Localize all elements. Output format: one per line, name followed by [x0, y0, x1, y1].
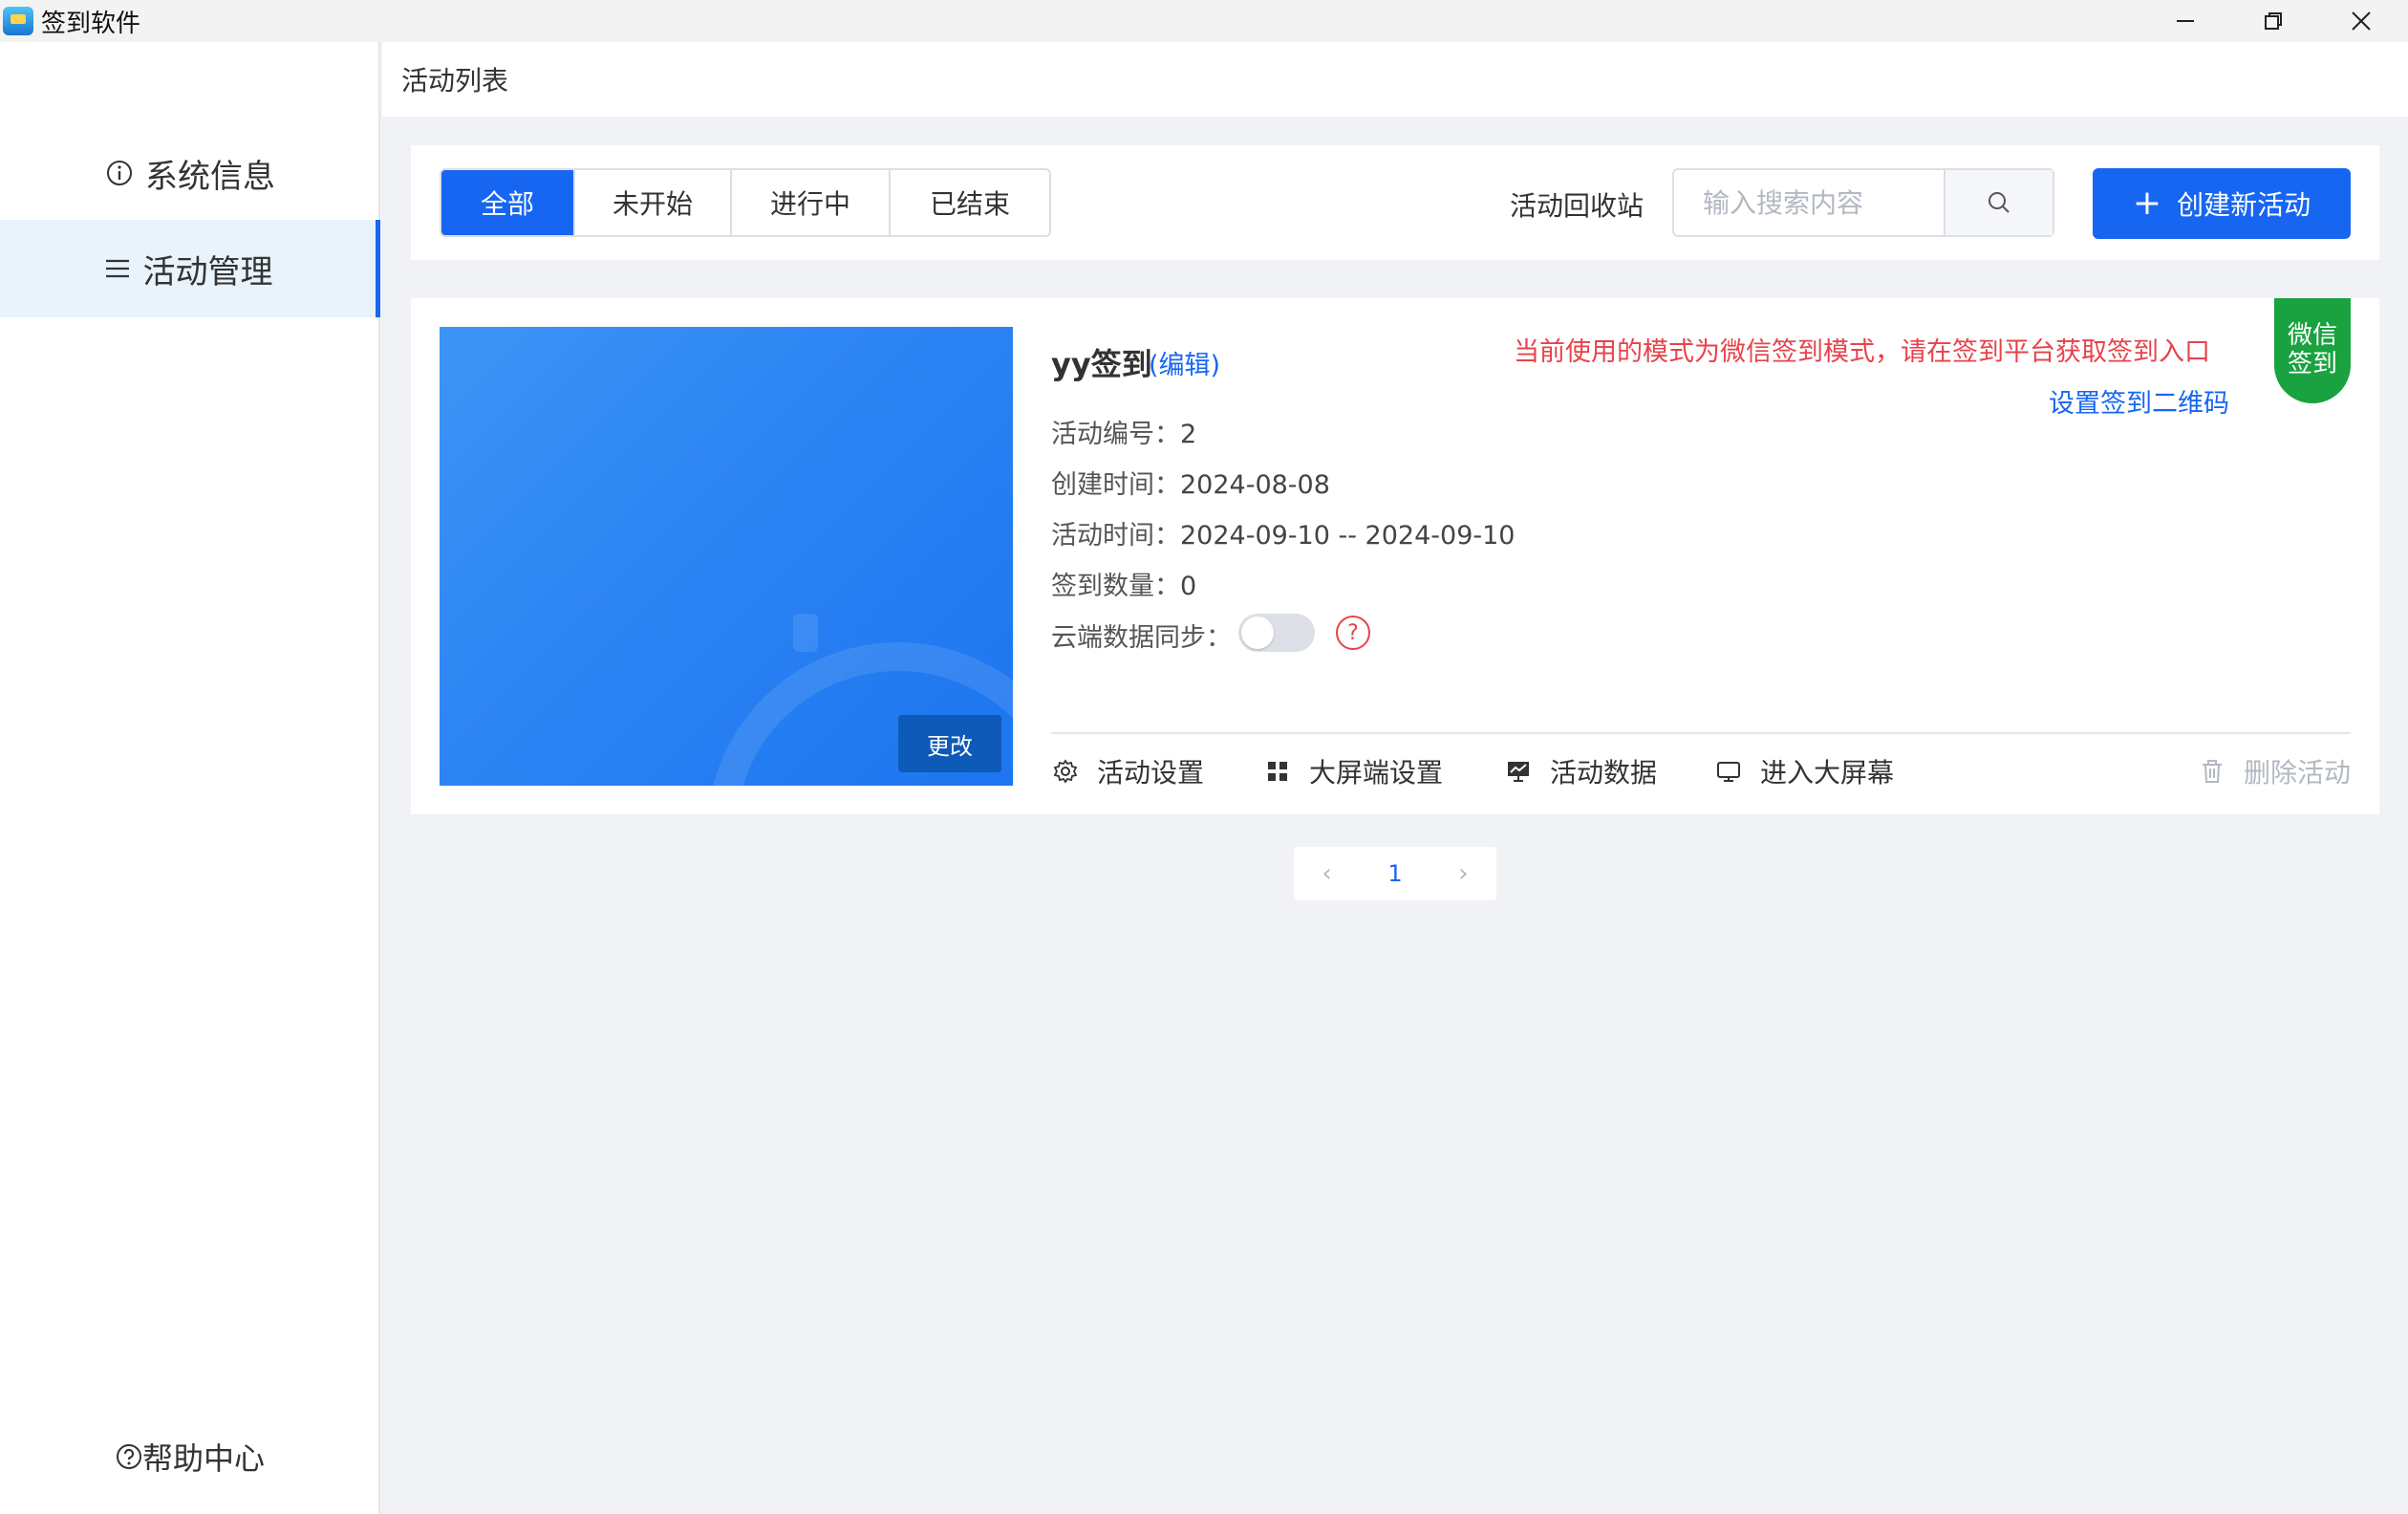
cover-decoration: [793, 614, 818, 652]
sidebar: 系统信息 活动管理 帮助中心: [0, 42, 380, 1514]
window-title: 签到软件: [41, 9, 141, 38]
edit-activity-link[interactable]: (编辑): [1149, 344, 1220, 381]
enter-big-screen-button[interactable]: 进入大屏幕: [1714, 747, 1894, 795]
search-input[interactable]: [1674, 170, 1944, 235]
checkin-count-label: 签到数量：: [1051, 572, 1180, 601]
tab-ended[interactable]: 已结束: [891, 170, 1049, 235]
created-time-row: 创建时间：2024-08-08: [1051, 464, 1330, 501]
search-box: [1672, 168, 2054, 237]
wechat-checkin-badge: 微信 签到: [2274, 298, 2351, 403]
search-button[interactable]: [1944, 170, 2053, 235]
activity-cover-image: 更改: [440, 327, 1013, 786]
activity-period-row: 活动时间：2024-09-10 -- 2024-09-10: [1051, 514, 1515, 552]
info-icon: [105, 159, 134, 187]
minimize-button[interactable]: [2141, 0, 2229, 42]
badge-line2: 签到: [2287, 350, 2337, 378]
delete-activity-button[interactable]: 删除活动: [2198, 747, 2351, 795]
recycle-bin-link[interactable]: 活动回收站: [1510, 185, 1644, 224]
card-divider: [1051, 732, 2351, 734]
create-activity-button[interactable]: + 创建新活动: [2093, 168, 2351, 239]
created-time-value: 2024-08-08: [1180, 470, 1330, 500]
activity-id-label: 活动编号：: [1051, 420, 1180, 449]
wechat-mode-notice: 当前使用的模式为微信签到模式，请在签到平台获取签到入口: [1514, 337, 2210, 367]
activity-period-label: 活动时间：: [1051, 521, 1180, 551]
cloud-sync-toggle[interactable]: [1238, 614, 1315, 652]
sidebar-item-label: 系统信息: [145, 157, 275, 196]
activity-data-label: 活动数据: [1550, 757, 1658, 789]
sidebar-item-label: 活动管理: [142, 252, 273, 292]
badge-line1: 微信: [2287, 321, 2337, 351]
activity-title: yy签到: [1051, 346, 1152, 382]
monitor-icon: [1714, 757, 1743, 786]
menu-icon: [103, 254, 132, 283]
title-bar: 签到软件: [0, 0, 2408, 42]
question-icon: [116, 1443, 142, 1470]
cloud-sync-label: 云端数据同步：: [1051, 623, 1232, 653]
gear-icon: [1051, 757, 1080, 786]
close-icon: [2352, 11, 2371, 31]
toolbar: 全部 未开始 进行中 已结束 活动回收站 + 创建新活动: [411, 145, 2379, 260]
help-center-label: 帮助中心: [141, 1440, 265, 1477]
plus-icon: +: [2132, 184, 2162, 223]
grid-icon: [1263, 757, 1292, 786]
activity-id-row: 活动编号：2: [1051, 413, 1196, 450]
screen-settings-label: 大屏端设置: [1309, 757, 1444, 789]
pagination: ‹ 1 ›: [1294, 847, 1496, 900]
tab-not-started[interactable]: 未开始: [575, 170, 732, 235]
create-activity-label: 创建新活动: [2177, 189, 2311, 221]
activity-period-value: 2024-09-10 -- 2024-09-10: [1180, 521, 1516, 551]
screen-settings-button[interactable]: 大屏端设置: [1263, 747, 1443, 795]
change-cover-button[interactable]: 更改: [898, 715, 1001, 772]
minimize-icon: [2177, 20, 2194, 22]
created-time-label: 创建时间：: [1051, 470, 1180, 500]
cloud-sync-help-icon[interactable]: ?: [1336, 616, 1370, 650]
sidebar-item-activity-management[interactable]: 活动管理: [0, 220, 380, 317]
checkin-count-value: 0: [1180, 572, 1197, 601]
activity-data-button[interactable]: 活动数据: [1504, 747, 1657, 795]
restore-button[interactable]: [2229, 0, 2317, 42]
tab-in-progress[interactable]: 进行中: [732, 170, 891, 235]
status-tabs: 全部 未开始 进行中 已结束: [440, 168, 1051, 237]
toggle-knob: [1241, 616, 1274, 649]
search-icon: [1989, 192, 2010, 213]
activity-settings-button[interactable]: 活动设置: [1051, 747, 1204, 795]
close-button[interactable]: [2317, 0, 2405, 42]
restore-icon: [2265, 12, 2282, 30]
trash-icon: [2198, 757, 2226, 786]
help-center-link[interactable]: 帮助中心: [0, 1428, 380, 1485]
app-logo-icon: [3, 7, 33, 35]
enter-big-screen-label: 进入大屏幕: [1760, 757, 1895, 789]
tab-all[interactable]: 全部: [441, 170, 575, 235]
delete-activity-label: 删除活动: [2244, 757, 2352, 789]
checkin-count-row: 签到数量：0: [1051, 565, 1196, 602]
activity-settings-label: 活动设置: [1097, 757, 1205, 789]
next-page-button[interactable]: ›: [1458, 859, 1468, 888]
page-header: 活动列表: [382, 42, 2408, 117]
chart-monitor-icon: [1504, 757, 1533, 786]
page-number-current[interactable]: 1: [1387, 860, 1402, 887]
set-qr-code-link[interactable]: 设置签到二维码: [2049, 382, 2229, 420]
page-title: 活动列表: [401, 65, 509, 97]
prev-page-button[interactable]: ‹: [1322, 859, 1331, 888]
sidebar-item-system-info[interactable]: 系统信息: [0, 124, 380, 222]
activity-id-value: 2: [1180, 420, 1197, 449]
activity-card: 更改 yy签到 (编辑) 活动编号：2 创建时间：2024-08-08 活动时间…: [411, 298, 2379, 814]
